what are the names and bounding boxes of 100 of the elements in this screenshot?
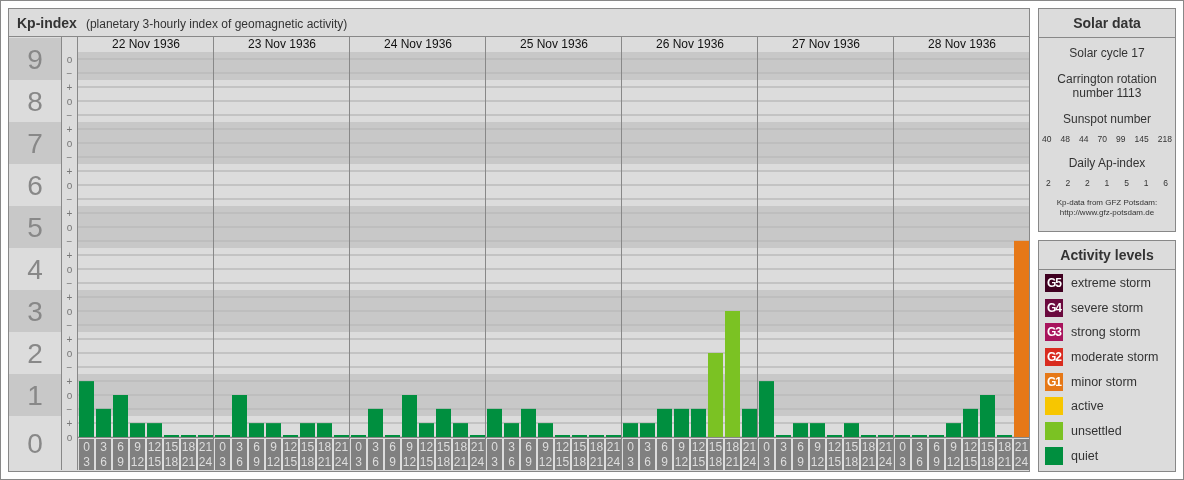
panel-title: Solar data [1039,9,1175,38]
ap-value: 2 [1065,178,1071,188]
kp-bar [147,423,162,437]
panel-subtitle: (planetary 3-hourly index of geomagnetic activity) [85,16,348,33]
hour-label: 6 9 [657,439,672,470]
hour-label: 18 21 [861,439,876,470]
hour-label: 18 21 [317,439,332,470]
kp-bar [759,381,774,437]
hour-label: 3 6 [776,439,791,470]
tick-label: − [66,151,73,163]
hour-label: 21 24 [606,439,621,470]
tick-label: o [66,347,73,359]
tick-label: + [66,207,73,219]
hour-label: 18 21 [997,439,1012,470]
tick-label: + [66,165,73,177]
date-label: 22 Nov 1936 [111,37,181,51]
kp-bar [623,423,638,437]
tick-label: o [66,179,73,191]
tick-label: + [66,249,73,261]
kp-bar [300,423,315,437]
hour-label: 21 24 [1014,439,1029,470]
tick-label: − [66,277,73,289]
credit-link[interactable]: http://www.gfz-potsdam.de [1039,208,1175,218]
kp-bar [249,423,264,437]
hour-label: 3 6 [504,439,519,470]
hour-label: 15 18 [572,439,587,470]
hour-label: 3 6 [640,439,655,470]
kp-level-label: 4 [27,254,43,285]
kp-bar [130,423,145,437]
kp-bar [402,395,417,437]
date-label: 26 Nov 1936 [655,37,725,51]
kp-level-label: 7 [27,128,43,159]
hour-label: 15 18 [164,439,179,470]
date-label: 25 Nov 1936 [519,37,589,51]
kp-bar [793,423,808,437]
hour-label: 15 18 [708,439,723,470]
tick-label: o [66,221,73,233]
sunspot-value: 40 [1042,134,1052,144]
level-label: extreme storm [1071,276,1151,290]
tick-label: − [66,403,73,415]
kp-level-label: 3 [27,296,43,327]
hour-label: 3 6 [912,439,927,470]
tick-label: + [66,123,73,135]
level-label: minor storm [1071,374,1137,389]
tick-label: − [66,235,73,247]
ap-index-label: Daily Ap-index [1068,156,1146,170]
panel-title: Activity levels [1039,241,1175,270]
hour-label: 3 6 [232,439,247,470]
hour-label: 9 12 [946,439,961,470]
kp-bar [232,395,247,437]
hour-label: 0 3 [759,439,774,470]
kp-bar [691,408,706,437]
kp-bar [521,408,536,437]
hour-label: 21 24 [198,439,213,470]
hour-label: 15 18 [300,439,315,470]
tick-label: − [66,109,73,121]
ap-value: 1 [1104,178,1110,188]
kp-bar [657,408,672,437]
sunspot-value: 70 [1097,134,1107,144]
kp-bar [113,395,128,437]
date-label: 23 Nov 1936 [247,37,317,51]
tick-label: + [66,81,73,93]
kp-bar [963,408,978,437]
hour-label: 12 15 [147,439,162,470]
kp-bar [504,423,519,437]
hour-label: 12 15 [691,439,706,470]
level-label: active [1071,399,1104,414]
hour-label: 18 21 [589,439,604,470]
hour-label: 15 18 [980,439,995,470]
hour-label: 6 9 [385,439,400,470]
kp-level-label: 2 [27,338,43,369]
storm-badge: G1 [1045,372,1063,391]
tick-label: + [66,375,73,387]
level-label: unsettled [1071,424,1122,439]
tick-label: o [66,53,73,65]
tick-label: o [66,137,73,149]
kp-bar [487,408,502,437]
kp-bar [79,381,94,437]
ap-value: 1 [1143,178,1149,188]
hour-label: 9 12 [538,439,553,470]
kp-level-label: 0 [27,428,43,459]
tick-label: − [66,193,73,205]
hour-label: 12 15 [827,439,842,470]
hour-label: 3 6 [96,439,111,470]
kp-bar [946,423,961,437]
date-label: 28 Nov 1936 [927,37,997,51]
sunspot-value: 48 [1060,134,1070,144]
hour-label: 21 24 [470,439,485,470]
sunspot-value: 218 [1157,134,1172,144]
tick-label: − [66,361,73,373]
ap-value: 2 [1085,178,1090,188]
kp-bar [538,423,553,437]
sunspot-value: 99 [1116,134,1126,144]
sunspot-value: 145 [1134,134,1149,144]
kp-bar [640,423,655,437]
kp-bar [368,408,383,437]
hour-label: 6 9 [521,439,536,470]
level-label: strong storm [1071,325,1141,340]
kp-bar [742,408,757,437]
kp-bar [980,395,995,437]
